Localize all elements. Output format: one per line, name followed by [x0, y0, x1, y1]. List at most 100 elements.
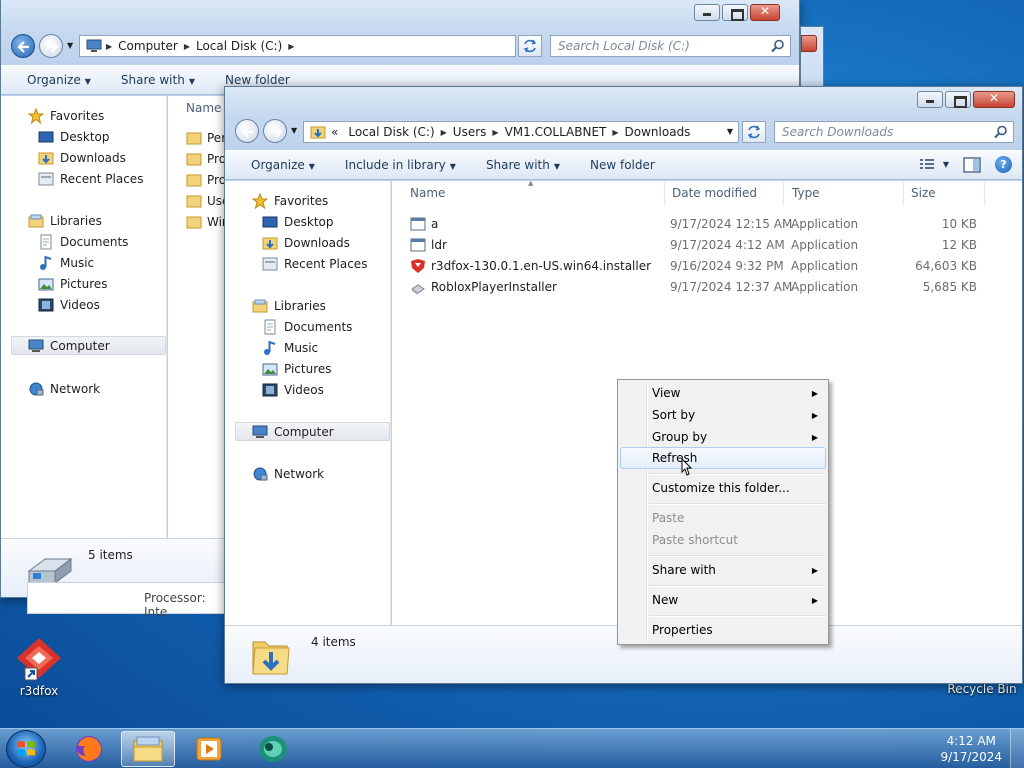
recent-pages-dropdown-icon[interactable]: ▼ — [67, 41, 73, 50]
table-row[interactable]: ldr 9/17/2024 4:12 AM Application 12 KB — [392, 234, 1022, 255]
breadcrumb-overflow[interactable]: « — [331, 125, 338, 139]
organize-menu[interactable]: Organize ▼ — [27, 73, 91, 87]
search-box[interactable]: Search Downloads — [774, 121, 1014, 143]
nav-music[interactable]: Music — [225, 338, 390, 357]
address-bar[interactable]: « Local Disk (C:) ▶ Users ▶ VM1.COLLABNE… — [303, 121, 739, 143]
menu-item-new[interactable]: New ▶ — [620, 589, 826, 611]
nav-libraries[interactable]: Libraries — [1, 211, 166, 230]
breadcrumb-item[interactable]: Local Disk (C:) — [348, 125, 434, 139]
nav-downloads[interactable]: Downloads — [1, 148, 166, 167]
menu-item-paste-shortcut: Paste shortcut — [652, 533, 738, 547]
taskbar-explorer[interactable] — [121, 731, 175, 767]
column-header-size[interactable]: Size — [903, 181, 985, 205]
change-view-button[interactable]: ▼ — [919, 158, 949, 172]
menu-item-group-by[interactable]: Group by ▶ — [620, 426, 826, 448]
nav-desktop[interactable]: Desktop — [225, 212, 390, 231]
submenu-arrow-icon: ▶ — [811, 410, 818, 420]
preview-pane-icon[interactable] — [963, 156, 981, 173]
menu-item-customize-folder[interactable]: Customize this folder... — [620, 477, 826, 499]
help-icon[interactable]: ? — [995, 156, 1012, 173]
r3dfox-icon — [17, 638, 61, 681]
maximize-button[interactable] — [722, 4, 748, 21]
nav-desktop[interactable]: Desktop — [1, 127, 166, 146]
menu-item-share-with[interactable]: Share with ▶ — [620, 559, 826, 581]
nav-computer[interactable]: Computer — [235, 422, 390, 441]
taskbar-firefox[interactable] — [62, 731, 116, 767]
breadcrumb-item[interactable]: VM1.COLLABNET — [505, 125, 607, 139]
new-folder-button[interactable]: New folder — [590, 158, 655, 172]
breadcrumb-item[interactable]: Computer — [118, 39, 178, 53]
menu-item-refresh[interactable]: Refresh — [620, 447, 826, 469]
chevron-down-icon: ▼ — [308, 162, 315, 171]
breadcrumb-item[interactable]: Users — [453, 125, 487, 139]
column-header-type[interactable]: Type — [784, 181, 904, 205]
breadcrumb-item[interactable]: Downloads — [625, 125, 691, 139]
nav-documents[interactable]: Documents — [225, 317, 390, 336]
menu-item-sort-by[interactable]: Sort by ▶ — [620, 404, 826, 426]
mouse-pointer-icon — [681, 458, 693, 476]
nav-recent-places[interactable]: Recent Places — [225, 254, 390, 273]
nav-favorites[interactable]: Favorites — [1, 106, 166, 125]
table-row[interactable]: a 9/17/2024 12:15 AM Application 10 KB — [392, 213, 1022, 234]
system-clock[interactable]: 4:12 AM 9/17/2024 — [940, 733, 1002, 765]
share-with-menu[interactable]: Share with ▼ — [486, 158, 560, 172]
taskbar-media-player[interactable] — [182, 731, 236, 767]
address-dropdown-icon[interactable]: ▼ — [727, 127, 733, 136]
back-button[interactable] — [11, 34, 35, 58]
include-in-library-menu[interactable]: Include in library ▼ — [345, 158, 456, 172]
nav-documents[interactable]: Documents — [1, 232, 166, 251]
minimize-button[interactable] — [917, 91, 943, 108]
nav-videos[interactable]: Videos — [1, 295, 166, 314]
desktop-icon — [38, 131, 54, 142]
close-button[interactable] — [973, 91, 1015, 108]
nav-downloads[interactable]: Downloads — [225, 233, 390, 252]
star-icon — [28, 107, 44, 124]
nav-recent-places[interactable]: Recent Places — [1, 169, 166, 188]
search-icon — [771, 39, 784, 53]
desktop-icon-label: Recycle Bin — [947, 682, 1017, 696]
nav-libraries[interactable]: Libraries — [225, 296, 390, 315]
pictures-icon — [38, 278, 54, 290]
close-button[interactable] — [750, 4, 780, 21]
table-row[interactable]: RobloxPlayerInstaller 9/17/2024 12:37 AM… — [392, 276, 1022, 297]
breadcrumb-item[interactable]: Local Disk (C:) — [196, 39, 282, 53]
nav-pictures[interactable]: Pictures — [225, 359, 390, 378]
column-header-date-modified[interactable]: Date modified — [664, 181, 784, 205]
refresh-button[interactable] — [742, 121, 766, 143]
libraries-icon — [252, 299, 268, 312]
downloads-folder-icon — [38, 152, 54, 164]
start-button[interactable] — [6, 730, 46, 768]
menu-separator — [649, 615, 826, 617]
forward-button[interactable] — [263, 119, 287, 143]
column-header-name[interactable]: Name ▲ — [402, 181, 665, 205]
taskbar-app[interactable] — [246, 731, 300, 767]
submenu-arrow-icon: ▶ — [811, 388, 818, 398]
recent-pages-dropdown-icon[interactable]: ▼ — [291, 126, 297, 135]
show-desktop-button[interactable] — [1010, 729, 1024, 768]
menu-item-properties[interactable]: Properties — [620, 619, 826, 641]
nav-network[interactable]: Network — [1, 379, 166, 398]
nav-music[interactable]: Music — [1, 253, 166, 272]
search-box[interactable]: Search Local Disk (C:) — [550, 35, 791, 57]
menu-item-view[interactable]: View ▶ — [620, 382, 826, 404]
organize-menu[interactable]: Organize ▼ — [251, 158, 315, 172]
refresh-button[interactable] — [518, 35, 542, 57]
nav-favorites[interactable]: Favorites — [225, 191, 390, 210]
back-button[interactable] — [235, 119, 259, 143]
share-with-menu[interactable]: Share with ▼ — [121, 73, 195, 87]
music-icon — [40, 255, 52, 270]
nav-pictures[interactable]: Pictures — [1, 274, 166, 293]
desktop-icon-r3dfox[interactable]: r3dfox — [4, 634, 74, 698]
submenu-arrow-icon: ▶ — [811, 595, 818, 605]
address-bar[interactable]: ▶ Computer ▶ Local Disk (C:) ▶ — [79, 35, 516, 57]
close-button[interactable] — [801, 35, 817, 52]
nav-network[interactable]: Network — [225, 464, 390, 483]
nav-computer[interactable]: Computer — [11, 336, 166, 355]
file-type: Application — [791, 258, 859, 273]
maximize-button[interactable] — [945, 91, 971, 108]
nav-videos[interactable]: Videos — [225, 380, 390, 399]
forward-button[interactable] — [39, 34, 63, 58]
minimize-button[interactable] — [694, 4, 720, 21]
new-folder-button[interactable]: New folder — [225, 73, 290, 87]
table-row[interactable]: r3dfox-130.0.1.en-US.win64.installer 9/1… — [392, 255, 1022, 276]
